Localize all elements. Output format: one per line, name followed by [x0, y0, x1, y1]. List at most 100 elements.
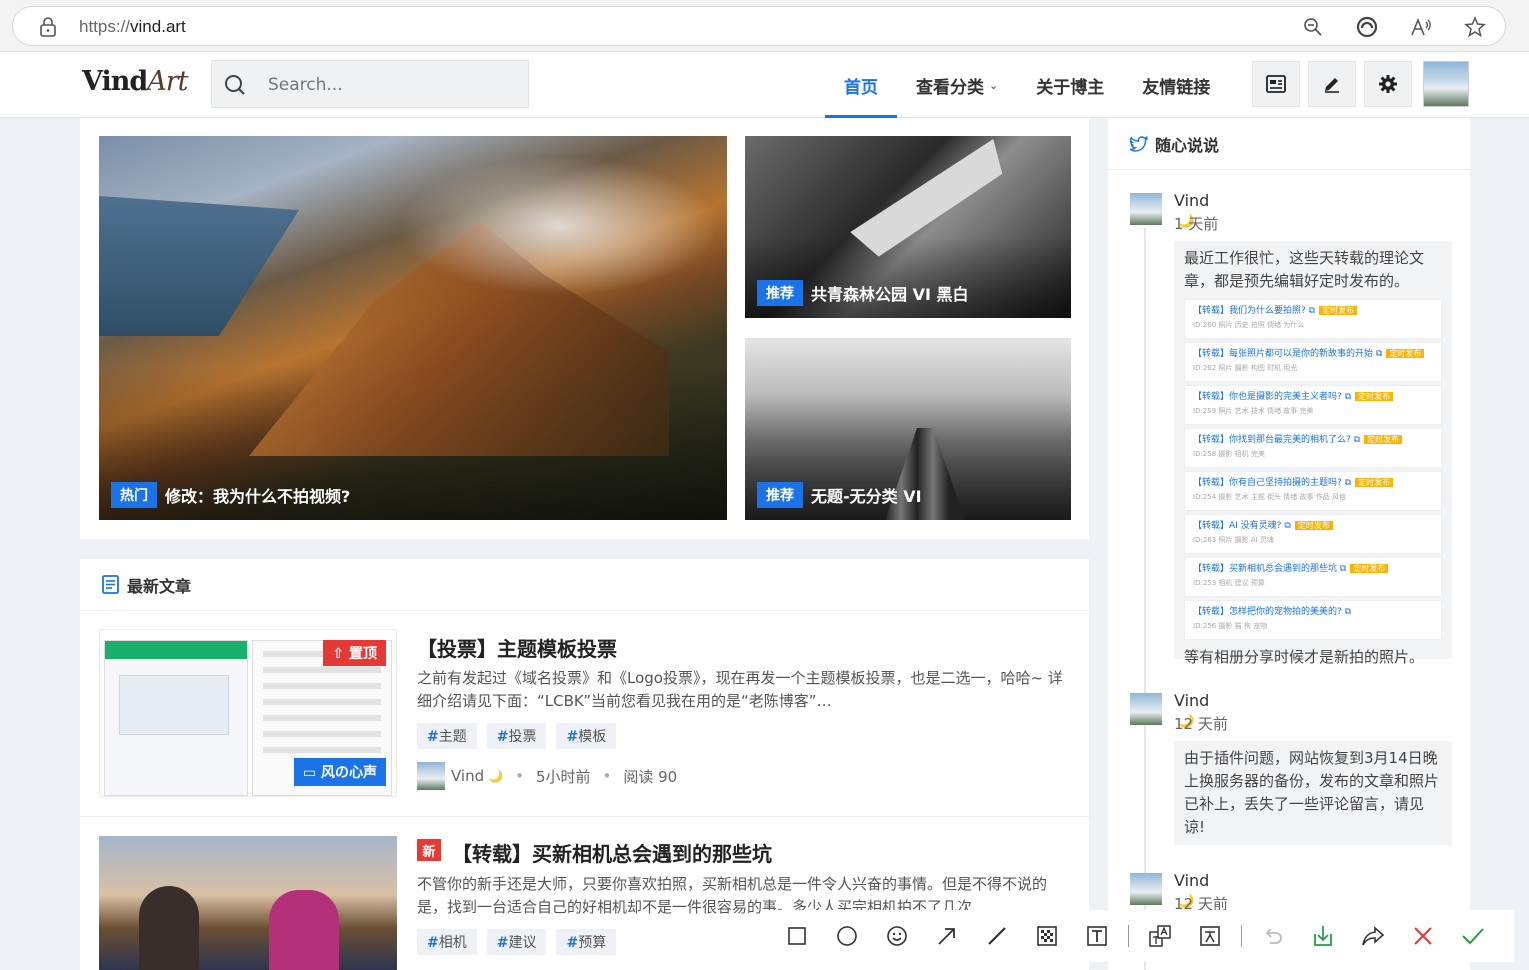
save-button[interactable] — [1298, 916, 1348, 956]
site-logo[interactable]: VindArt — [82, 66, 189, 97]
moon-icon: 🌙 — [488, 769, 504, 783]
post-excerpt: 之前有发起过《域名投票》和《Logo投票》，现在再发一个主题模板投票，也是二选一… — [417, 669, 1063, 710]
browser-bar: https://vind.art — [0, 0, 1529, 52]
new-badge: 新 — [417, 839, 441, 861]
ocr-tool-button[interactable] — [1135, 916, 1185, 956]
tag[interactable]: #投票 — [486, 723, 547, 749]
featured-post-side[interactable]: 推荐 共青森林公园 VI 黑白 — [745, 136, 1071, 318]
rectangle-tool-button[interactable] — [772, 916, 822, 956]
favorite-star-icon[interactable] — [1463, 15, 1487, 39]
address-bar[interactable]: https://vind.art — [12, 6, 1506, 46]
main-nav: 首页 查看分类 ⌄ 关于博主 友情链接 — [825, 52, 1229, 118]
post-thumbnail[interactable] — [99, 836, 397, 970]
nav-about[interactable]: 关于博主 — [1017, 52, 1123, 118]
settings-button[interactable] — [1364, 61, 1412, 107]
check-icon — [1462, 928, 1484, 945]
post-reads: 阅读 90 — [623, 767, 678, 786]
circle-icon — [837, 926, 857, 946]
nav-links[interactable]: 友情链接 — [1123, 52, 1229, 118]
sidebar-title: 随心说说 — [1155, 135, 1220, 155]
author-avatar[interactable] — [1130, 873, 1162, 905]
author-name[interactable]: Vind — [451, 767, 484, 785]
post-item: ⇧ 置顶 ▭ 风の心声 【投票】主题模板投票 之前有发起过《域名投票》和《Log… — [80, 611, 1089, 817]
post-time: 5小时前 — [535, 767, 591, 786]
nav-home[interactable]: 首页 — [825, 52, 897, 118]
featured-title: 共青森林公园 VI 黑白 — [811, 285, 969, 304]
tag[interactable]: #建议 — [486, 929, 547, 955]
moment-content: 最近工作很忙，这些天转载的理论文章，都是预先编辑好定时发布的。 【转载】我们为什… — [1174, 241, 1452, 666]
download-icon — [1314, 926, 1332, 946]
post-title[interactable]: 【转载】买新相机总会遇到的那些坑 — [452, 838, 772, 867]
mosaic-icon — [1037, 926, 1057, 946]
arrow-icon — [938, 928, 955, 945]
author-name[interactable]: Vind — [1174, 191, 1209, 210]
author-name[interactable]: Vind — [1174, 871, 1209, 890]
site-header: VindArt 首页 查看分类⌄ 关于博主 友情链接 — [0, 52, 1529, 118]
text-icon — [1087, 926, 1107, 946]
nav-categories[interactable]: 查看分类 ⌄ — [897, 52, 1017, 118]
cancel-button[interactable] — [1398, 916, 1448, 956]
article-list-button[interactable] — [1252, 61, 1300, 107]
close-icon — [1414, 927, 1432, 945]
url-text: https://vind.art — [79, 17, 186, 36]
section-title: 最新文章 — [127, 576, 192, 596]
pen-tool-button[interactable] — [972, 916, 1022, 956]
document-icon — [102, 575, 119, 594]
tag[interactable]: #主题 — [417, 723, 477, 749]
undo-icon — [1265, 928, 1282, 944]
author-name[interactable]: Vind — [1174, 691, 1209, 710]
smiley-icon — [887, 926, 907, 946]
edge-extension-icon[interactable] — [1355, 15, 1379, 39]
pencil-icon — [988, 927, 1006, 945]
pinned-badge: ⇧ 置顶 — [323, 640, 386, 666]
search-input[interactable] — [268, 71, 508, 99]
user-avatar[interactable] — [1423, 61, 1469, 107]
author-avatar[interactable] — [1130, 693, 1162, 725]
featured-post-main[interactable]: 热门 修改：我为什么不拍视频? — [99, 136, 727, 520]
emoji-tool-button[interactable] — [872, 916, 922, 956]
tag[interactable]: #预算 — [556, 929, 617, 955]
tag[interactable]: #相机 — [417, 929, 477, 955]
author-avatar[interactable] — [1130, 193, 1162, 225]
document-text-icon — [1200, 926, 1220, 946]
author-avatar[interactable] — [417, 762, 445, 790]
featured-post-side[interactable]: 推荐 无题-无分类 VI — [745, 338, 1071, 520]
post-title[interactable]: 【投票】主题模板投票 — [417, 633, 617, 662]
latest-posts-section: 最新文章 ⇧ 置顶 ▭ 风の心声 【投票】主题模板投票 之前有发起过《域名投票》… — [80, 559, 1089, 970]
undo-button[interactable] — [1248, 916, 1298, 956]
share-icon — [1362, 926, 1385, 946]
confirm-button[interactable] — [1448, 916, 1498, 956]
gear-icon — [1379, 75, 1397, 93]
write-button[interactable] — [1308, 61, 1356, 107]
read-aloud-icon[interactable] — [1409, 15, 1433, 39]
category-badge[interactable]: ▭ 风の心声 — [293, 758, 386, 786]
moment-time: 12 天前 — [1174, 715, 1228, 733]
arrow-tool-button[interactable] — [922, 916, 972, 956]
translate-icon — [1149, 925, 1171, 947]
lock-icon — [40, 17, 56, 37]
mosaic-tool-button[interactable] — [1022, 916, 1072, 956]
translate-tool-button[interactable] — [1185, 916, 1235, 956]
ellipse-tool-button[interactable] — [822, 916, 872, 956]
hot-badge: 热门 — [111, 482, 157, 508]
share-button[interactable] — [1348, 916, 1398, 956]
post-tags: #主题 #投票 #模板 — [417, 723, 617, 749]
search-box[interactable] — [211, 60, 529, 108]
chevron-down-icon: ⌄ — [989, 78, 999, 92]
rectangle-icon — [788, 927, 806, 945]
tag[interactable]: #模板 — [556, 723, 617, 749]
sidebar-moments: 随心说说 Vind🌙 1 天前 最近工作很忙，这些天转载的理论文章，都是预先编辑… — [1108, 118, 1470, 970]
featured-title: 无题-无分类 VI — [811, 487, 922, 506]
recommend-badge: 推荐 — [757, 280, 803, 306]
news-icon — [1266, 75, 1286, 93]
twitter-bird-icon — [1130, 135, 1148, 152]
featured-title: 修改：我为什么不拍视频? — [165, 487, 351, 506]
featured-section: 热门 修改：我为什么不拍视频? 推荐 共青森林公园 VI 黑白 推荐 无题-无分类 V… — [80, 118, 1089, 539]
zoom-icon[interactable] — [1301, 15, 1325, 39]
search-icon — [225, 75, 245, 95]
post-thumbnail[interactable]: ⇧ 置顶 ▭ 风の心声 — [99, 629, 397, 797]
post-tags: #相机 #建议 #预算 — [417, 929, 617, 955]
pen-icon — [1325, 78, 1339, 93]
article-list-image: 【转载】我们为什么要拍照? ⧉ 定时发布 ID:260 照片 历史 拍照 情绪 为什… — [1184, 299, 1442, 640]
text-tool-button[interactable] — [1072, 916, 1122, 956]
